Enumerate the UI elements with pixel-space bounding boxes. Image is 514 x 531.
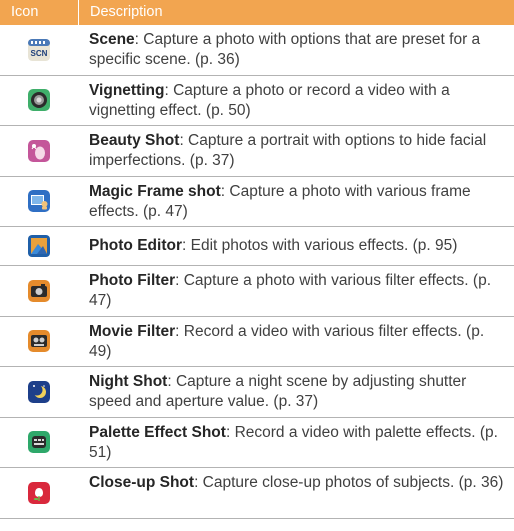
mode-name: Movie Filter	[89, 322, 176, 340]
table-row: Beauty Shot: Capture a portrait with opt…	[0, 126, 514, 177]
table-row: Movie Filter: Record a video with variou…	[0, 317, 514, 367]
table-row: SCN Scene: Capture a photo with options …	[0, 25, 514, 76]
row-description: Scene: Capture a photo with options that…	[89, 31, 481, 68]
mode-name: Scene	[89, 31, 135, 48]
scene-mode-icon: SCN	[28, 38, 50, 61]
row-description: Movie Filter: Record a video with variou…	[89, 322, 485, 360]
header-description-column: Description	[78, 0, 514, 25]
close-up-icon	[28, 481, 50, 504]
svg-text:SCN: SCN	[31, 49, 48, 58]
table-row: Palette Effect Shot: Record a video with…	[0, 418, 514, 468]
magic-frame-icon	[28, 190, 50, 213]
row-description: Photo Editor: Edit photos with various e…	[89, 237, 458, 254]
table-row: Photo Filter: Capture a photo with vario…	[0, 266, 514, 317]
mode-name: Beauty Shot	[89, 132, 180, 149]
night-shot-icon	[28, 380, 50, 403]
mode-icon-table: Icon Description SCN Scene: Capture a ph…	[0, 0, 514, 519]
row-description: Close-up Shot: Capture close-up photos o…	[89, 474, 504, 491]
photo-filter-icon	[28, 279, 50, 302]
row-description: Palette Effect Shot: Record a video with…	[89, 423, 498, 461]
photo-editor-icon	[28, 235, 50, 257]
table-row: Magic Frame shot: Capture a photo with v…	[0, 177, 514, 227]
mode-name: Vignetting	[89, 81, 165, 99]
row-description: Magic Frame shot: Capture a photo with v…	[89, 182, 471, 220]
movie-filter-icon	[28, 330, 50, 353]
row-description: Photo Filter: Capture a photo with vario…	[89, 272, 492, 309]
table-row: Night Shot: Capture a night scene by adj…	[0, 367, 514, 418]
mode-name: Photo Editor	[89, 237, 182, 254]
row-description: Beauty Shot: Capture a portrait with opt…	[89, 132, 487, 169]
mode-name: Night Shot	[89, 373, 168, 390]
table-header: Icon Description	[0, 0, 514, 25]
palette-effect-icon	[28, 431, 50, 454]
mode-name: Photo Filter	[89, 272, 176, 289]
row-description: Night Shot: Capture a night scene by adj…	[89, 373, 467, 410]
table-row: Close-up Shot: Capture close-up photos o…	[0, 468, 514, 519]
vignetting-icon	[28, 89, 50, 112]
mode-name: Palette Effect Shot	[89, 423, 226, 441]
mode-name: Close-up Shot	[89, 474, 195, 491]
row-description: Vignetting: Capture a photo or record a …	[89, 81, 450, 119]
header-icon-column: Icon	[11, 4, 39, 20]
beauty-shot-icon	[28, 139, 50, 162]
table-row: Vignetting: Capture a photo or record a …	[0, 76, 514, 126]
table-row: Photo Editor: Edit photos with various e…	[0, 227, 514, 266]
mode-name: Magic Frame shot	[89, 182, 221, 200]
